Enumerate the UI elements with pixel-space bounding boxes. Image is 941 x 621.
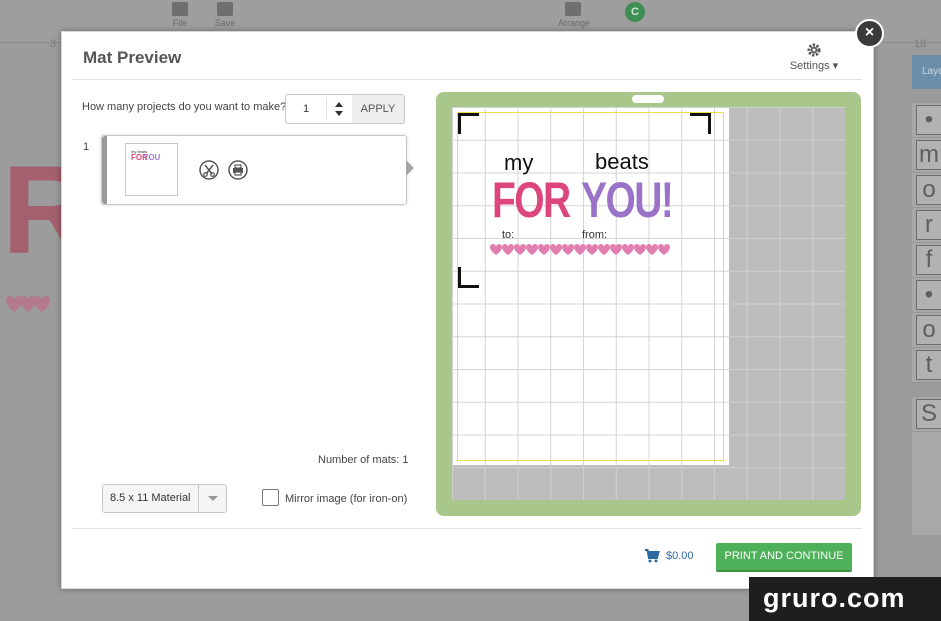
selection-bar [102, 136, 107, 204]
print-and-continue-button[interactable]: PRINT AND CONTINUE [716, 543, 852, 572]
divider [72, 528, 862, 529]
mat-preview-dialog: Mat Preview Settings ▾ How many projects… [61, 19, 884, 589]
layer-thumb: r [916, 210, 941, 240]
layer-thumb: t [916, 350, 941, 380]
background-ruler-right: 18 [914, 38, 927, 50]
dialog-title: Mat Preview [83, 48, 182, 67]
quantity-input[interactable]: 1 [286, 95, 326, 123]
material-size-value: 8.5 x 11 Material [110, 492, 191, 504]
layer-thumb: S [916, 399, 941, 429]
background-layers-panel: Laye • m o r f • o t S [912, 55, 941, 535]
up-down-arrows-icon[interactable] [327, 98, 351, 120]
divider [72, 79, 862, 80]
design-artwork[interactable]: my beats FOR YOU! to: from: [482, 149, 682, 255]
cart-icon [645, 549, 660, 563]
gear-icon [807, 43, 821, 57]
settings-label: Settings ▾ [789, 60, 839, 72]
arrange-tool: Arrange [558, 2, 590, 28]
layer-thumb: • [916, 280, 941, 310]
quantity-stepper[interactable]: 1 [285, 94, 353, 124]
thumb-you: YOU [143, 153, 161, 162]
watermark-text: gruro.com [763, 583, 906, 613]
layer-thumb: o [916, 315, 941, 345]
material-size-select[interactable]: 8.5 x 11 Material [102, 484, 227, 513]
layer-thumb: • [916, 105, 941, 135]
hearts-border-icon [490, 244, 670, 255]
design-text-to: to: [502, 229, 515, 241]
settings-menu[interactable]: Settings ▾ [786, 42, 842, 72]
cut-icon [199, 160, 219, 180]
print-icon [228, 160, 248, 180]
avatar: C [625, 2, 645, 22]
save-tool: Save [210, 2, 240, 28]
cutting-mat: my beats FOR YOU! to: from: [436, 92, 861, 516]
design-text-for: FOR [492, 172, 571, 228]
layers-header: Laye [912, 55, 941, 89]
chevron-down-icon[interactable] [198, 485, 227, 512]
close-icon[interactable]: × [855, 19, 884, 48]
registration-mark [690, 113, 711, 134]
registration-mark [458, 113, 479, 134]
apply-button[interactable]: APPLY [352, 94, 405, 124]
mat-paper[interactable]: my beats FOR YOU! to: from: [452, 107, 729, 465]
mat-handle [632, 95, 664, 103]
registration-mark [458, 267, 479, 288]
design-text-from: from: [582, 229, 608, 241]
project-card[interactable]: my beats FOR YOU [101, 135, 407, 205]
background-hearts-icon [6, 296, 50, 312]
quantity-question: How many projects do you want to make? [82, 101, 287, 113]
project-number: 1 [83, 141, 90, 153]
folder-icon [172, 2, 188, 16]
arrange-icon [565, 2, 581, 16]
design-text-you: YOU! [581, 172, 674, 228]
price-total: $0.00 [666, 550, 694, 562]
mirror-image-checkbox[interactable] [262, 489, 279, 506]
file-tool: File [165, 2, 195, 28]
mirror-image-label: Mirror image (for iron-on) [285, 493, 408, 505]
project-thumbnail[interactable]: my beats FOR YOU [125, 143, 178, 196]
selected-project-arrow-icon [406, 160, 414, 176]
background-ruler-left: 3 [50, 38, 57, 50]
number-of-mats: Number of mats: 1 [318, 454, 409, 466]
watermark: gruro.com [749, 577, 941, 621]
layer-thumb: m [916, 140, 941, 170]
stepper-arrows[interactable] [326, 98, 351, 120]
layer-thumb: f [916, 245, 941, 275]
layer-thumb: o [916, 175, 941, 205]
save-icon [217, 2, 233, 16]
